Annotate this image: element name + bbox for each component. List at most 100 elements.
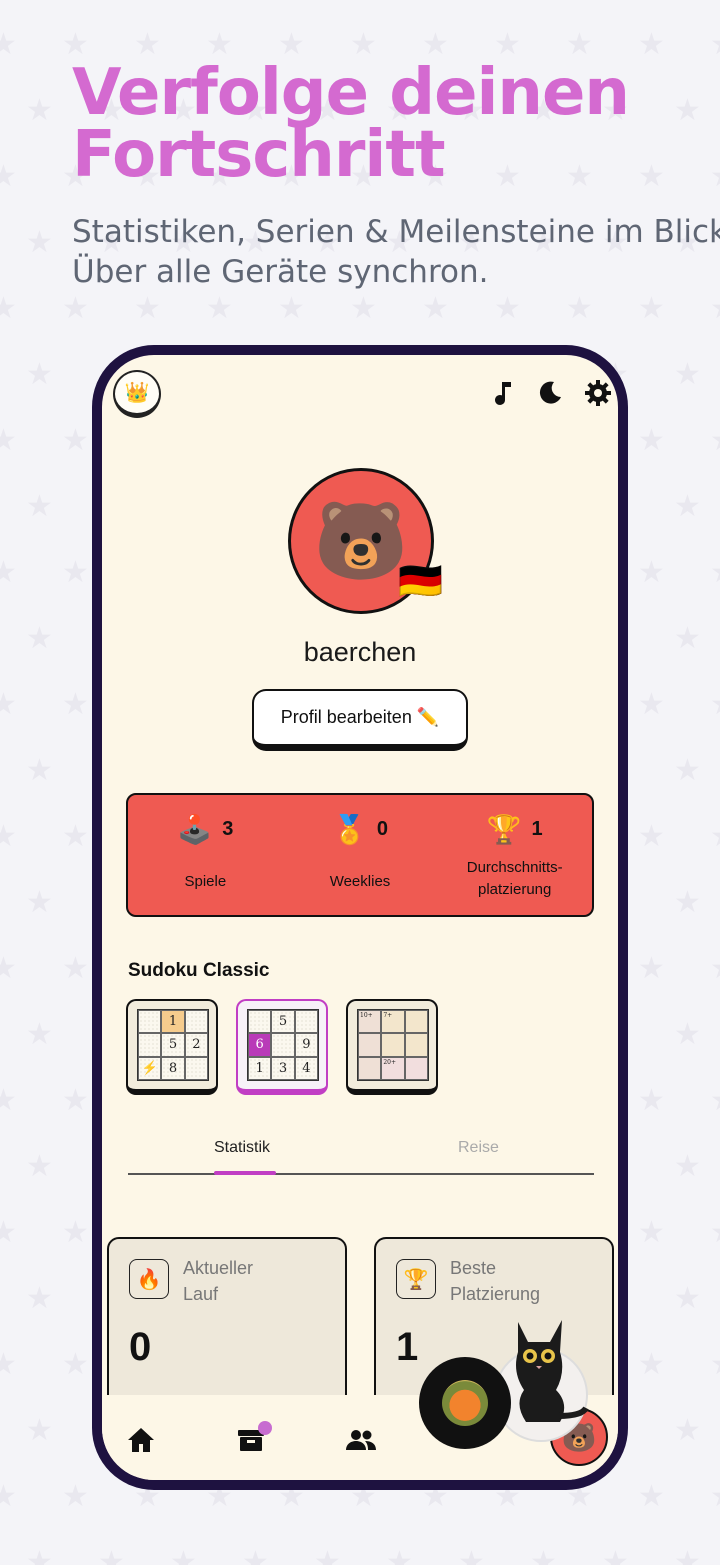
background-star-icon: ★	[638, 27, 665, 62]
background-star-icon: ★	[710, 558, 720, 588]
headline-line-1: Verfolge deinen	[72, 56, 630, 130]
background-star-icon: ★	[314, 1545, 341, 1565]
background-star-icon: ★	[26, 885, 53, 920]
mode3-cage	[404, 1010, 428, 1034]
mode1-cell	[138, 1010, 162, 1034]
background-star-icon: ★	[26, 1413, 53, 1448]
background-star-icon: ★	[26, 1017, 53, 1052]
background-star-icon: ★	[62, 1347, 89, 1382]
cage-sum-label: 10+	[360, 1012, 373, 1019]
background-star-icon: ★	[0, 687, 17, 722]
background-star-icon: ★	[638, 1479, 665, 1514]
background-star-icon: ★	[710, 822, 720, 852]
background-star-icon: ★	[494, 291, 521, 326]
moon-icon[interactable]	[534, 377, 566, 409]
mode-1-grid: 1 5 2 ⚡ 8	[137, 1009, 209, 1081]
edit-profile-button[interactable]: Profil bearbeiten ✏️	[252, 689, 468, 751]
average-placement-value: 1	[531, 818, 543, 840]
game-mode-2-button[interactable]: 5 6 9 1 3 4	[236, 999, 328, 1095]
background-star-icon: ★	[0, 819, 17, 854]
background-star-icon: ★	[674, 1545, 701, 1565]
headline-line-2: Fortschritt	[72, 118, 446, 192]
background-star-icon: ★	[26, 225, 53, 260]
joystick-icon: 🕹️	[177, 814, 213, 845]
stat-games: 🕹️ 3 Spiele	[128, 795, 283, 915]
cage-sum-label: 7+	[383, 1012, 393, 1019]
mode2-cell	[271, 1033, 295, 1057]
country-flag-icon: 🇩🇪	[398, 560, 443, 601]
background-star-icon: ★	[26, 753, 53, 788]
background-star-icon: ★	[638, 1347, 665, 1382]
game-mode-3-button[interactable]: 10+ 7+ 20+	[346, 999, 438, 1095]
gear-icon[interactable]	[582, 377, 614, 409]
medal-icon: 🏅	[332, 814, 367, 845]
background-star-icon: ★	[710, 30, 720, 60]
tab-statistik[interactable]: Statistik	[214, 1139, 270, 1157]
background-star-icon: ★	[26, 489, 53, 524]
mode2-cell: 1	[248, 1056, 272, 1080]
background-star-icon: ★	[674, 885, 701, 920]
background-star-icon: ★	[638, 819, 665, 854]
background-star-icon: ★	[26, 1149, 53, 1184]
mode3-cage	[358, 1033, 382, 1057]
background-star-icon: ★	[710, 1350, 720, 1380]
mode1-cell: 2	[184, 1033, 208, 1057]
background-star-icon: ★	[530, 1545, 557, 1565]
background-star-icon: ★	[62, 687, 89, 722]
background-star-icon: ★	[62, 555, 89, 590]
black-cat-mascot-icon[interactable]	[500, 1312, 592, 1428]
mode2-cell: 6	[248, 1033, 272, 1057]
current-streak-title: Aktueller Lauf	[183, 1255, 333, 1307]
background-star-icon: ★	[674, 1413, 701, 1448]
background-star-icon: ★	[0, 423, 17, 458]
background-star-icon: ★	[26, 93, 53, 128]
best-placement-title-line2: Platzierung	[450, 1284, 541, 1304]
background-star-icon: ★	[674, 1017, 701, 1052]
background-star-icon: ★	[710, 1218, 720, 1248]
current-streak-title-line1: Aktueller	[183, 1258, 254, 1278]
crown-icon: 👑	[124, 382, 150, 404]
background-star-icon: ★	[674, 753, 701, 788]
background-star-icon: ★	[458, 1545, 485, 1565]
background-star-icon: ★	[0, 555, 17, 590]
crown-badge-button[interactable]: 👑	[113, 370, 161, 418]
background-star-icon: ★	[710, 954, 720, 984]
games-label: Spiele	[184, 873, 227, 890]
background-star-icon: ★	[638, 1083, 665, 1118]
music-note-icon[interactable]	[488, 377, 520, 409]
background-star-icon: ★	[386, 1545, 413, 1565]
home-icon[interactable]	[124, 1425, 158, 1455]
background-star-icon: ★	[62, 1479, 89, 1514]
current-streak-title-line2: Lauf	[183, 1284, 219, 1304]
mode2-cell: 3	[271, 1056, 295, 1080]
fire-icon: 🔥	[129, 1259, 169, 1299]
friends-icon[interactable]	[344, 1425, 378, 1455]
background-star-icon: ★	[134, 291, 161, 326]
background-star-icon: ★	[638, 423, 665, 458]
background-star-icon: ★	[638, 291, 665, 326]
weeklies-count: 0	[376, 818, 388, 840]
tab-reise[interactable]: Reise	[458, 1139, 499, 1157]
background-star-icon: ★	[710, 426, 720, 456]
mode2-cell: 9	[294, 1033, 318, 1057]
trophy-icon: 🏆	[486, 814, 522, 845]
background-star-icon: ★	[26, 357, 53, 392]
stat-weeklies: 🏅 0 Weeklies	[283, 795, 438, 915]
mode2-cell: 4	[294, 1056, 318, 1080]
background-star-icon: ★	[206, 291, 233, 326]
username: baerchen	[303, 637, 417, 667]
music-record-button[interactable]	[419, 1357, 511, 1449]
active-tab-indicator	[214, 1171, 276, 1175]
background-star-icon: ★	[26, 621, 53, 656]
background-star-icon: ★	[242, 1545, 269, 1565]
mode1-cell: 8	[161, 1056, 185, 1080]
edit-profile-label: Profil bearbeiten ✏️	[280, 707, 440, 727]
game-mode-1-button[interactable]: 1 5 2 ⚡ 8	[126, 999, 218, 1095]
background-star-icon: ★	[62, 951, 89, 986]
background-star-icon: ★	[638, 555, 665, 590]
notification-dot	[258, 1421, 272, 1435]
background-star-icon: ★	[26, 1545, 53, 1565]
background-star-icon: ★	[638, 951, 665, 986]
mode3-cage	[358, 1056, 382, 1080]
background-star-icon: ★	[62, 1215, 89, 1250]
